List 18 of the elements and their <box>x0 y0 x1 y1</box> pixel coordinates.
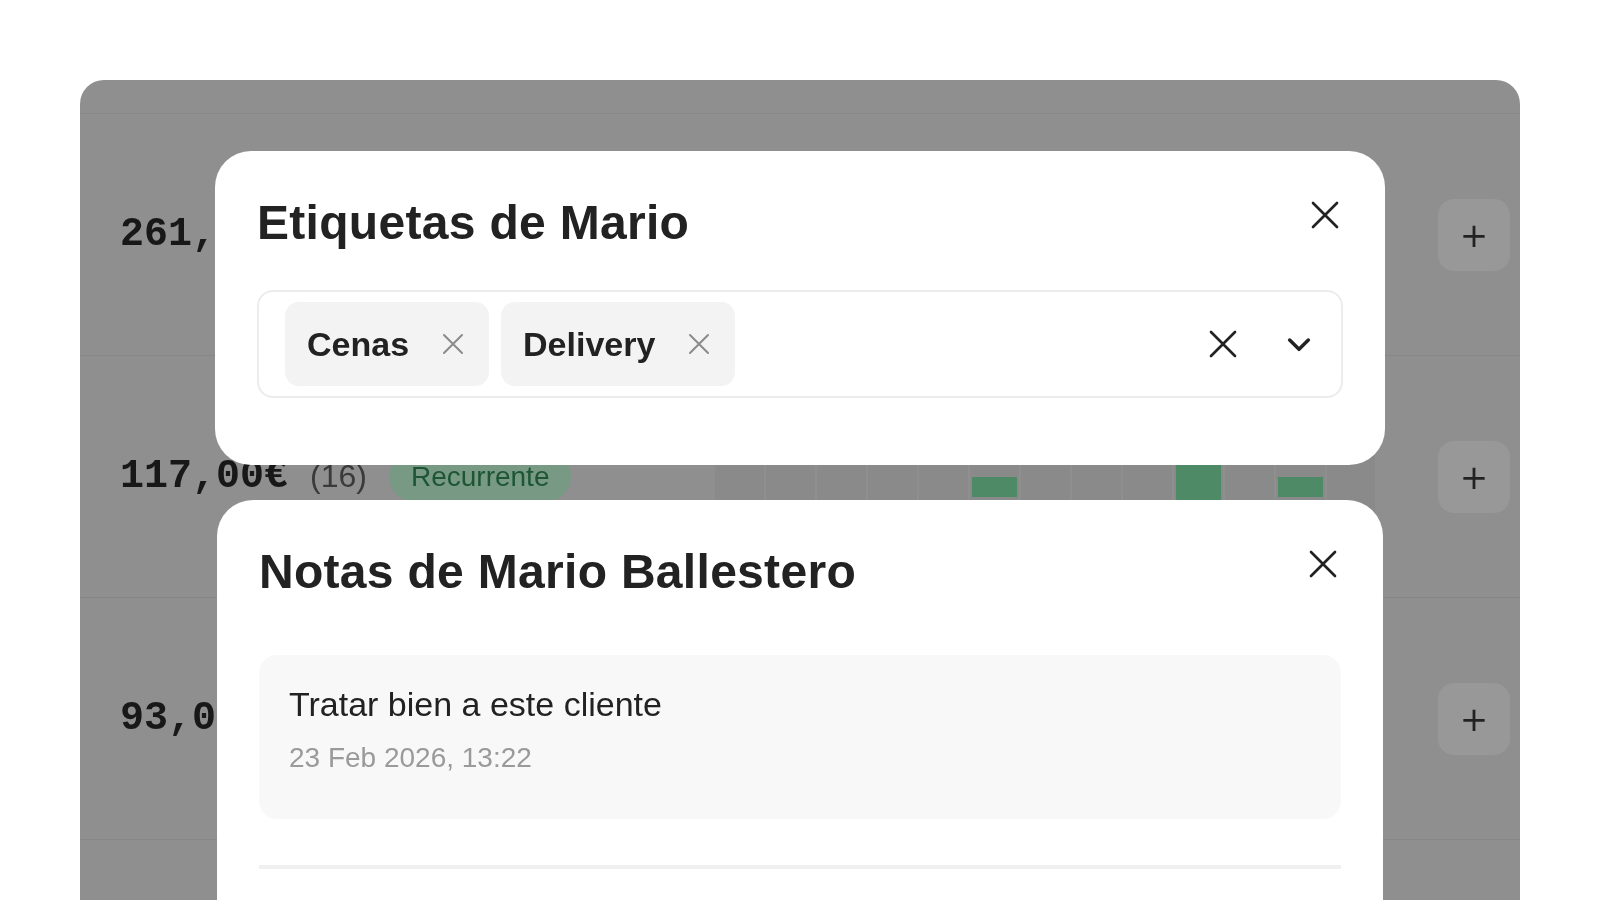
add-button[interactable]: + <box>1438 440 1510 513</box>
amount-text: 261, <box>120 212 216 257</box>
tag-label: Delivery <box>523 324 656 364</box>
tag-label: Cenas <box>307 324 410 364</box>
dialog-title: Notas de Mario Ballestero <box>259 544 856 599</box>
tags-select-field[interactable]: Cenas Delivery <box>257 290 1343 398</box>
count-text: (16) <box>310 458 367 495</box>
note-date: 23 Feb 2026, 13:22 <box>289 742 533 774</box>
add-button[interactable]: + <box>1438 198 1510 271</box>
dialog-title: Etiquetas de Mario <box>257 195 690 250</box>
amount-text: 93,0 <box>120 696 216 741</box>
close-icon[interactable] <box>1307 548 1339 580</box>
remove-tag-icon[interactable] <box>687 332 712 356</box>
add-button[interactable]: + <box>1438 682 1510 755</box>
remove-tag-icon[interactable] <box>441 332 466 356</box>
close-icon[interactable] <box>1309 199 1341 231</box>
note-text: Tratar bien a este cliente <box>289 685 663 724</box>
clear-icon[interactable] <box>1207 328 1239 360</box>
